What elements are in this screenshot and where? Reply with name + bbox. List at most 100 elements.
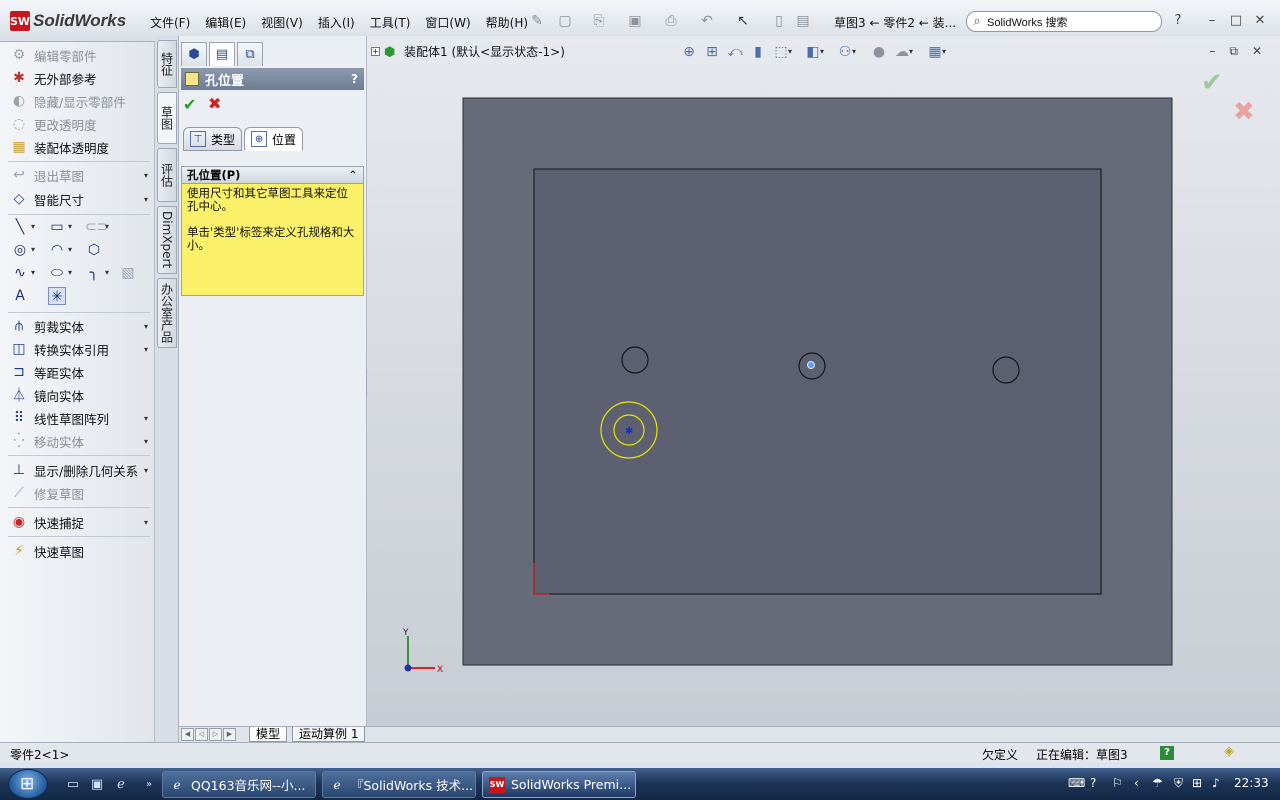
menu-edit[interactable]: 编辑(E)	[205, 14, 246, 31]
cmd-mirror-entities[interactable]: ⏃ 镜向实体	[10, 385, 152, 405]
start-button[interactable]	[8, 769, 48, 799]
cancel-x-icon[interactable]: ✖	[208, 94, 221, 113]
cmd-convert-entities[interactable]: ◫ 转换实体引用 ▾	[10, 339, 152, 359]
tray-arrow-icon[interactable]: ‹	[1134, 776, 1139, 790]
view-settings-icon[interactable]: ▦	[925, 43, 946, 61]
feature-manager-tab-icon[interactable]: ⬢	[181, 42, 207, 66]
taskbar-item[interactable]: ℯ QQ163音乐网--小...	[162, 771, 316, 798]
section-view-icon[interactable]: ▮	[748, 43, 768, 61]
cmd-edit-component[interactable]: ⚙ 编辑零部件	[10, 45, 152, 65]
cmd-trim-entities[interactable]: ⫛ 剪裁实体 ▾	[10, 316, 152, 336]
tree-expander[interactable]: +	[371, 47, 380, 56]
taskbar-item-active[interactable]: SW SolidWorks Premi...	[482, 771, 636, 798]
text-icon[interactable]: A	[11, 287, 29, 305]
cmd-hide-show-components[interactable]: ◐ 隐藏/显示零部件	[10, 91, 152, 111]
tab-evaluate[interactable]: 评估	[157, 148, 177, 202]
cmd-smart-dimension[interactable]: ◇ 智能尺寸 ▾	[10, 189, 152, 209]
show-desktop-icon[interactable]: ▭	[64, 776, 82, 794]
zoom-to-area-icon[interactable]: ⊞	[702, 43, 722, 61]
sketch-rectangle[interactable]	[533, 168, 1102, 595]
switch-windows-icon[interactable]: ▣	[88, 776, 106, 794]
tab-motion-study[interactable]: 运动算例 1	[292, 727, 366, 742]
update-icon[interactable]: ☂	[1152, 776, 1163, 790]
hide-show-items-icon[interactable]: ⚇	[835, 43, 856, 61]
print-icon[interactable]: ⎙	[662, 12, 680, 30]
tab-office-products[interactable]: 办公室产品	[157, 278, 177, 348]
search-box[interactable]: ⌕ SolidWorks 搜索	[966, 11, 1162, 32]
more-chevron-icon[interactable]: »	[140, 776, 158, 794]
minimize-icon[interactable]: –	[1204, 13, 1220, 29]
arc-icon[interactable]: ◠	[48, 241, 72, 259]
help-icon[interactable]: ?	[1170, 13, 1186, 29]
new-document-icon[interactable]: ▢	[556, 12, 574, 30]
help-tray-icon[interactable]: ?	[1090, 776, 1096, 790]
cmd-offset-entities[interactable]: ⊐ 等距实体	[10, 362, 152, 382]
help-button[interactable]: ?	[351, 72, 358, 86]
zoom-to-fit-icon[interactable]: ⊕	[679, 43, 699, 61]
internet-explorer-icon[interactable]: ℯ	[112, 776, 130, 794]
tag-icon[interactable]: ◈	[1224, 744, 1234, 759]
tab-model[interactable]: 模型	[249, 727, 288, 742]
options-icon[interactable]: ▤	[794, 12, 812, 30]
point-icon[interactable]: ✳	[48, 287, 66, 305]
menu-help[interactable]: 帮助(H)	[486, 14, 528, 31]
display-style-icon[interactable]: ◧	[803, 43, 824, 61]
save-icon[interactable]: ▣	[626, 12, 644, 30]
cmd-repair-sketch[interactable]: ⟋ 修复草图	[10, 483, 152, 503]
select-pointer-icon[interactable]: ↖	[734, 12, 752, 30]
group-header[interactable]: 孔位置(P) ⌃	[182, 167, 363, 184]
tab-dimxpert[interactable]: DimXpert	[157, 206, 177, 274]
plane-icon[interactable]: ▧	[119, 264, 137, 282]
cmd-exit-sketch[interactable]: ↩ 退出草图 ▾	[10, 165, 152, 185]
confirm-ok-icon[interactable]: ✔	[1201, 68, 1223, 98]
doc-close-icon[interactable]: ✕	[1252, 44, 1262, 59]
cmd-no-external-refs[interactable]: ✱ 无外部参考	[10, 68, 152, 88]
cmd-quick-snaps[interactable]: ◉ 快速捕捉 ▾	[10, 512, 152, 532]
search-icon[interactable]: ⌕	[967, 14, 987, 29]
hole-circle[interactable]	[992, 356, 1020, 384]
apply-scene-icon[interactable]: ☁	[892, 43, 913, 61]
view-orientation-icon[interactable]: ⬚	[771, 43, 792, 61]
previous-view-icon[interactable]: ⤺	[725, 43, 745, 61]
rectangle-icon[interactable]: ▭	[48, 218, 72, 236]
doc-minimize-icon[interactable]: –	[1209, 44, 1215, 59]
open-document-icon[interactable]: ⎘	[590, 12, 608, 30]
clock[interactable]: 22:33	[1234, 776, 1269, 790]
dropdown-arrow-icon[interactable]: ▾	[144, 437, 148, 446]
status-help-icon[interactable]: ?	[1160, 746, 1174, 760]
volume-icon[interactable]: ♪	[1212, 776, 1220, 790]
menu-insert[interactable]: 插入(I)	[318, 14, 355, 31]
cmd-linear-pattern[interactable]: ⠿ 线性草图阵列 ▾	[10, 408, 152, 428]
graphics-area[interactable]: ✱ Y X + ⬢ 装配体1 (默认<显示状态-1>) ⊕ ⊞ ⤺ ▮ ⬚ ◧ …	[367, 36, 1280, 726]
menu-view[interactable]: 视图(V)	[261, 14, 303, 31]
next-tab-icon[interactable]: ▷	[209, 728, 222, 741]
edit-appearance-icon[interactable]: ●	[869, 43, 889, 61]
confirm-cancel-icon[interactable]: ✖	[1233, 97, 1255, 127]
tab-type[interactable]: ⊤ 类型	[183, 127, 243, 151]
slot-icon[interactable]: ⊂⊃	[85, 218, 109, 236]
tab-sketch[interactable]: 草图	[157, 92, 177, 144]
close-icon[interactable]: ✕	[1252, 13, 1268, 29]
cmd-display-delete-relations[interactable]: ⊥ 显示/删除几何关系 ▾	[10, 460, 152, 480]
hole-circle[interactable]	[621, 346, 649, 374]
ok-check-icon[interactable]: ✔	[183, 95, 196, 114]
feature-tree-flyout[interactable]: + ⬢ 装配体1 (默认<显示状态-1>)	[371, 43, 565, 60]
doc-restore-icon[interactable]: ⧉	[1229, 44, 1238, 59]
cmd-rapid-sketch[interactable]: ⚡ 快速草图	[10, 541, 152, 561]
assembly-name[interactable]: 装配体1 (默认<显示状态-1>)	[404, 43, 565, 60]
dropdown-arrow-icon[interactable]: ▾	[144, 195, 148, 204]
dropdown-arrow-icon[interactable]: ▾	[144, 345, 148, 354]
tab-features[interactable]: 特征	[157, 40, 177, 88]
taskbar-item[interactable]: ℯ 『SolidWorks 技术...	[322, 771, 476, 798]
cmd-assembly-transparency[interactable]: ▦ 装配体透明度	[10, 137, 152, 157]
dropdown-arrow-icon[interactable]: ▾	[144, 518, 148, 527]
hole-center-point[interactable]	[807, 361, 815, 369]
last-tab-icon[interactable]: ▶	[223, 728, 236, 741]
maximize-icon[interactable]: □	[1228, 13, 1244, 29]
first-tab-icon[interactable]: ◀	[181, 728, 194, 741]
polygon-icon[interactable]: ⬡	[85, 241, 103, 259]
solidworks-logo[interactable]: SW SolidWorks	[10, 10, 126, 32]
search-input[interactable]: SolidWorks 搜索	[987, 14, 1067, 30]
circle-icon[interactable]: ◎	[11, 241, 35, 259]
keyboard-icon[interactable]: ⌨	[1068, 776, 1085, 790]
